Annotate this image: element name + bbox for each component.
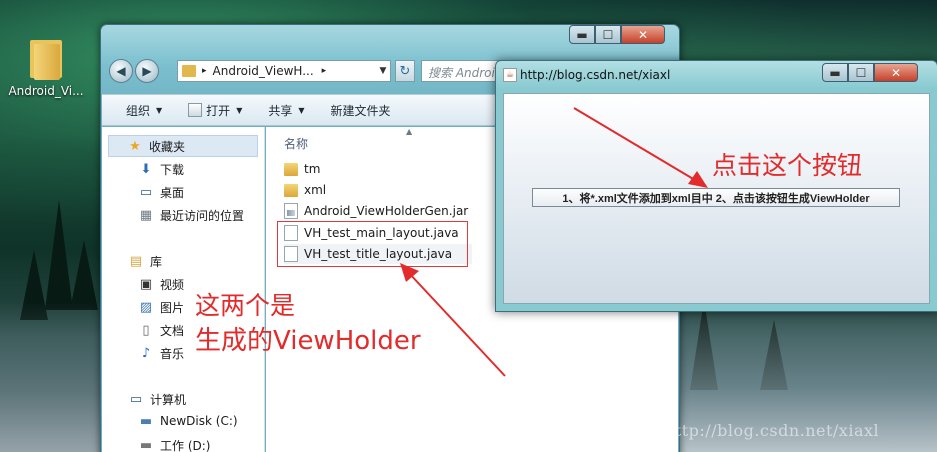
watermark: http://blog.csdn.net/xiaxl xyxy=(664,421,880,440)
share-label: 共享 xyxy=(268,103,293,118)
chevron-down-icon[interactable]: ▼ xyxy=(376,66,390,76)
java-app-icon: ☕ xyxy=(503,68,517,82)
sidebar-item-label: 视频 xyxy=(160,278,185,292)
organize-label: 组织 xyxy=(126,103,151,118)
computer-icon: ▭ xyxy=(129,392,143,407)
sidebar-item-work[interactable]: ▬ 工作 (D:) xyxy=(138,437,211,452)
address-bar[interactable]: ▸ Android_ViewH... ▸ ▼ xyxy=(177,60,391,82)
close-button[interactable]: ✕ xyxy=(621,25,665,44)
sidebar-item-downloads[interactable]: ⬇ 下载 xyxy=(138,161,184,178)
sidebar-item-label: 桌面 xyxy=(160,186,185,200)
sidebar-item-label: 工作 (D:) xyxy=(160,439,211,452)
sidebar-item-desktop[interactable]: ▭ 桌面 xyxy=(138,184,184,201)
sidebar-item-label: NewDisk (C:) xyxy=(160,414,238,428)
tree-silhouette xyxy=(70,240,98,310)
list-item[interactable]: tm xyxy=(284,159,320,179)
maximize-button[interactable]: ☐ xyxy=(848,63,874,82)
folder-icon xyxy=(28,36,64,80)
breadcrumb-arrow-icon: ▸ xyxy=(321,66,327,76)
sidebar-item-label: 收藏夹 xyxy=(149,139,186,154)
new-folder-label: 新建文件夹 xyxy=(330,103,391,118)
desktop-icon-label: Android_Vi... xyxy=(8,84,84,98)
sort-caret-icon: ▲ xyxy=(406,127,413,136)
recent-places-icon: ▦ xyxy=(139,208,153,223)
music-icon: ♪ xyxy=(141,346,151,361)
sidebar-item-documents[interactable]: ▯ 文档 xyxy=(138,322,184,339)
library-icon: ▤ xyxy=(129,254,143,269)
sidebar-item-label: 计算机 xyxy=(150,393,187,407)
file-name: Android_ViewHolderGen.jar xyxy=(304,204,469,218)
sidebar-item-computer[interactable]: ▭ 计算机 xyxy=(128,391,186,408)
jar-file-icon xyxy=(284,203,298,219)
desktop-folder-icon[interactable]: Android_Vi... xyxy=(8,36,84,98)
sidebar-item-label: 图片 xyxy=(160,301,185,315)
sidebar-item-newdisk[interactable]: ▬ NewDisk (C:) xyxy=(138,413,238,429)
tree-silhouette xyxy=(45,200,73,310)
sidebar-item-label: 下载 xyxy=(160,163,185,177)
chevron-down-icon: ▼ xyxy=(236,105,243,115)
back-button[interactable]: ◀ xyxy=(109,59,133,83)
desktop-icon: ▭ xyxy=(139,185,153,200)
refresh-button[interactable]: ↻ xyxy=(395,60,415,82)
organize-button[interactable]: 组织 ▼ xyxy=(126,102,162,119)
java-content-area: 1、将*.xml文件添加到xml目中 2、点击该按钮生成ViewHolder xyxy=(503,93,930,304)
file-name: xml xyxy=(304,183,327,197)
minimize-button[interactable]: ▬ xyxy=(822,63,848,82)
sidebar-item-label: 库 xyxy=(150,255,163,269)
maximize-button[interactable]: ☐ xyxy=(595,25,621,44)
forward-button[interactable]: ▶ xyxy=(135,59,159,83)
snow-left xyxy=(0,302,100,452)
video-icon: ▣ xyxy=(139,277,153,292)
drive-icon: ▬ xyxy=(139,438,153,452)
star-icon: ★ xyxy=(129,138,141,154)
breadcrumb-arrow-icon: ▸ xyxy=(202,66,207,76)
java-window: ☕ http://blog.csdn.net/xiaxl ▬ ☐ ✕ 1、将*.… xyxy=(495,60,937,312)
document-icon: ▯ xyxy=(142,323,150,338)
open-button[interactable]: 打开 ▼ xyxy=(188,102,242,119)
annotation-line1: 这两个是 xyxy=(195,291,296,320)
folder-icon xyxy=(182,65,196,77)
sidebar-item-recent[interactable]: ▦ 最近访问的位置 xyxy=(138,207,244,224)
highlight-box xyxy=(277,221,468,267)
folder-icon xyxy=(284,162,298,176)
list-item[interactable]: xml xyxy=(284,180,326,200)
sidebar-item-label: 最近访问的位置 xyxy=(160,209,245,223)
generate-viewholder-button[interactable]: 1、将*.xml文件添加到xml目中 2、点击该按钮生成ViewHolder xyxy=(532,188,900,207)
minimize-button[interactable]: ▬ xyxy=(569,25,595,44)
annotation-line2: 生成的ViewHolder xyxy=(195,326,421,356)
open-icon xyxy=(188,103,203,117)
address-segment[interactable]: Android_ViewH... xyxy=(213,64,314,78)
sidebar-item-label: 文档 xyxy=(160,324,185,338)
drive-icon: ▬ xyxy=(139,413,153,429)
close-button[interactable]: ✕ xyxy=(874,63,918,82)
sidebar-item-label: 音乐 xyxy=(160,347,185,361)
annotation-click-button: 点击这个按钮 xyxy=(712,151,863,180)
download-icon: ⬇ xyxy=(140,162,152,177)
open-label: 打开 xyxy=(206,103,231,118)
window-title: http://blog.csdn.net/xiaxl xyxy=(520,68,671,82)
java-caption-buttons: ▬ ☐ ✕ xyxy=(822,63,918,82)
sidebar-item-favorites[interactable]: ★ 收藏夹 xyxy=(108,135,258,157)
chevron-down-icon: ▼ xyxy=(156,105,163,115)
share-button[interactable]: 共享 ▼ xyxy=(268,102,304,119)
chevron-down-icon: ▼ xyxy=(298,105,305,115)
folder-icon xyxy=(284,183,298,197)
sidebar-item-music[interactable]: ♪ 音乐 xyxy=(138,345,184,362)
file-name: tm xyxy=(304,162,321,176)
explorer-caption-buttons: ▬ ☐ ✕ xyxy=(569,25,665,44)
new-folder-button[interactable]: 新建文件夹 xyxy=(331,102,391,119)
picture-icon: ▨ xyxy=(139,300,153,315)
sidebar-item-videos[interactable]: ▣ 视频 xyxy=(138,276,184,293)
name-column-header[interactable]: 名称 xyxy=(284,135,308,152)
sidebar-item-libraries[interactable]: ▤ 库 xyxy=(128,253,162,270)
sidebar-item-pictures[interactable]: ▨ 图片 xyxy=(138,299,184,316)
list-item[interactable]: Android_ViewHolderGen.jar xyxy=(284,201,468,221)
